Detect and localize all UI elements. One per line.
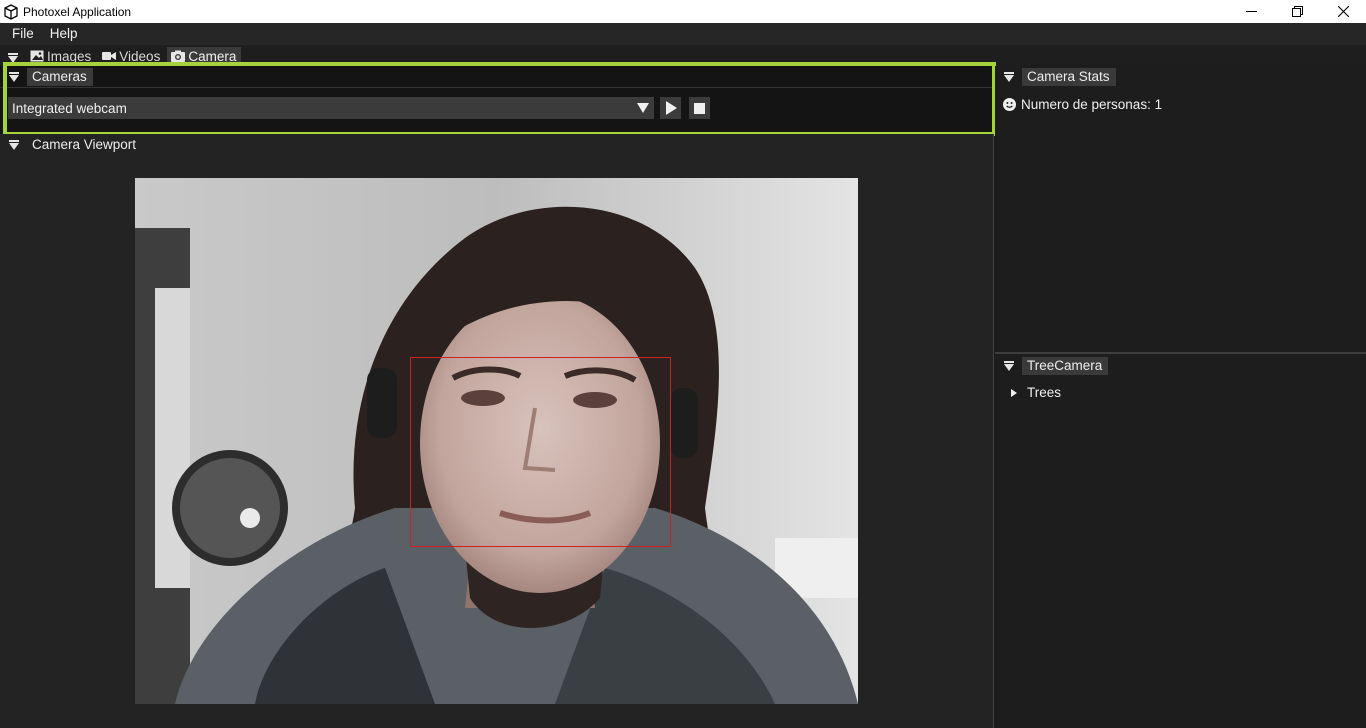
tab-videos[interactable]: Videos — [98, 47, 165, 65]
video-icon — [102, 52, 117, 60]
panel-divider[interactable] — [995, 352, 1366, 354]
stop-button[interactable] — [689, 97, 710, 119]
tree-panel-title[interactable]: TreeCamera — [1022, 357, 1109, 375]
face-detection-box — [410, 357, 671, 547]
menu-file[interactable]: File — [4, 23, 42, 45]
title-bar: Photoxel Application — [0, 0, 1366, 23]
cube-icon — [4, 3, 18, 20]
close-button[interactable] — [1320, 0, 1366, 23]
chevron-right-icon — [1011, 388, 1017, 397]
people-count-text: Numero de personas: 1 — [1021, 97, 1163, 112]
restore-icon — [1291, 6, 1303, 17]
camera-select-value: Integrated webcam — [12, 100, 127, 116]
stats-panel-header: Camera Stats — [995, 66, 1366, 88]
camera-select[interactable]: Integrated webcam — [8, 97, 654, 119]
stats-panel-title[interactable]: Camera Stats — [1022, 68, 1116, 86]
tab-strip: Images Videos Camera — [0, 45, 1366, 65]
tab-images-label: Images — [47, 48, 92, 64]
collapse-toggle[interactable] — [7, 140, 21, 150]
tree-item-trees[interactable]: Trees — [1011, 385, 1061, 400]
play-icon — [665, 101, 677, 115]
menu-help[interactable]: Help — [42, 23, 86, 45]
image-icon — [30, 50, 44, 62]
people-count: Numero de personas: 1 — [1003, 97, 1162, 112]
tree-panel-header: TreeCamera — [995, 355, 1366, 377]
chevron-down-icon — [637, 103, 649, 113]
cameras-panel-title[interactable]: Cameras — [27, 67, 93, 86]
tree-item-label: Trees — [1027, 385, 1062, 400]
menu-bar: File Help — [0, 23, 1366, 45]
tab-images[interactable]: Images — [26, 47, 96, 65]
restore-button[interactable] — [1274, 0, 1320, 23]
play-button[interactable] — [660, 97, 681, 119]
tab-camera[interactable]: Camera — [167, 47, 242, 65]
stop-icon — [694, 102, 705, 114]
tab-videos-label: Videos — [119, 48, 161, 64]
close-icon — [1337, 6, 1349, 17]
minimize-icon — [1245, 11, 1257, 12]
window-title: Photoxel Application — [23, 4, 132, 19]
collapse-toggle[interactable] — [1002, 72, 1016, 82]
cameras-panel-header: Cameras — [0, 66, 994, 88]
collapse-toggle[interactable] — [1002, 361, 1016, 371]
minimize-button[interactable] — [1228, 0, 1274, 23]
tab-camera-label: Camera — [188, 48, 237, 64]
collapse-toggle[interactable] — [7, 71, 21, 82]
camera-icon — [171, 50, 186, 62]
smiley-icon — [1003, 98, 1016, 111]
collapse-toggle[interactable] — [6, 45, 20, 65]
viewport-panel-header: Camera Viewport — [0, 134, 994, 156]
viewport-panel-title[interactable]: Camera Viewport — [27, 136, 142, 154]
